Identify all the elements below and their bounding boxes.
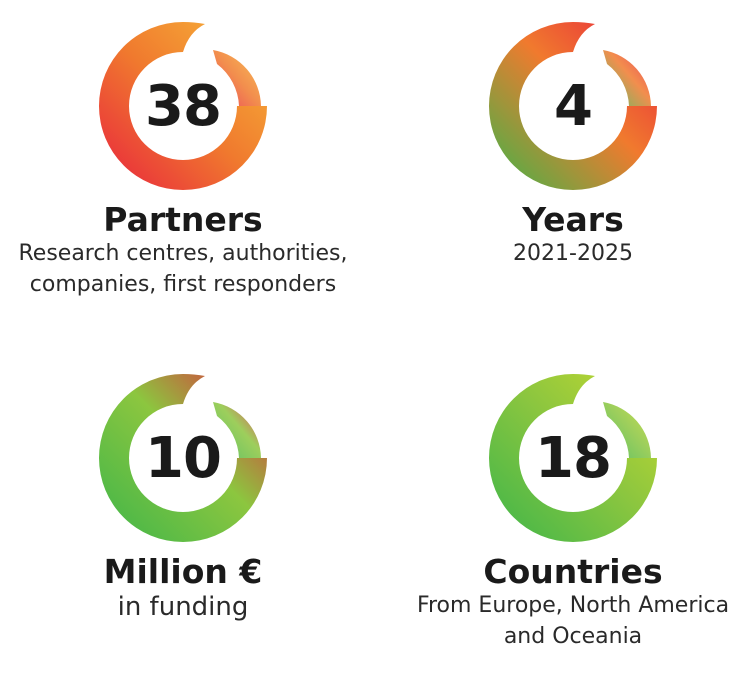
ring-icon: 38 <box>97 20 269 192</box>
stat-countries: 18 Countries From Europe, North America … <box>388 372 740 652</box>
ring-icon: 18 <box>487 372 659 544</box>
stats-grid: 38 Partners Research centres, authoritie… <box>0 0 740 675</box>
stat-description: in funding <box>117 592 249 622</box>
stat-number: 4 <box>554 73 593 139</box>
stat-description: 2021-2025 <box>513 241 633 266</box>
stat-label: Million € <box>103 552 263 591</box>
stat-description: From Europe, North America and Oceania <box>416 593 730 649</box>
stat-years: 4 Years 2021-2025 <box>388 20 740 269</box>
stat-number: 18 <box>535 425 612 491</box>
stat-label: Years <box>522 200 624 239</box>
stat-description: Research centres, authorities, companies… <box>18 241 348 297</box>
stat-partners: 38 Partners Research centres, authoritie… <box>0 20 368 300</box>
ring-icon: 10 <box>97 372 269 544</box>
stat-label: Countries <box>483 552 663 591</box>
stat-number: 38 <box>145 73 222 139</box>
stat-funding: 10 Million € in funding <box>0 372 368 624</box>
stat-label: Partners <box>103 200 263 239</box>
ring-icon: 4 <box>487 20 659 192</box>
stat-number: 10 <box>145 425 222 491</box>
